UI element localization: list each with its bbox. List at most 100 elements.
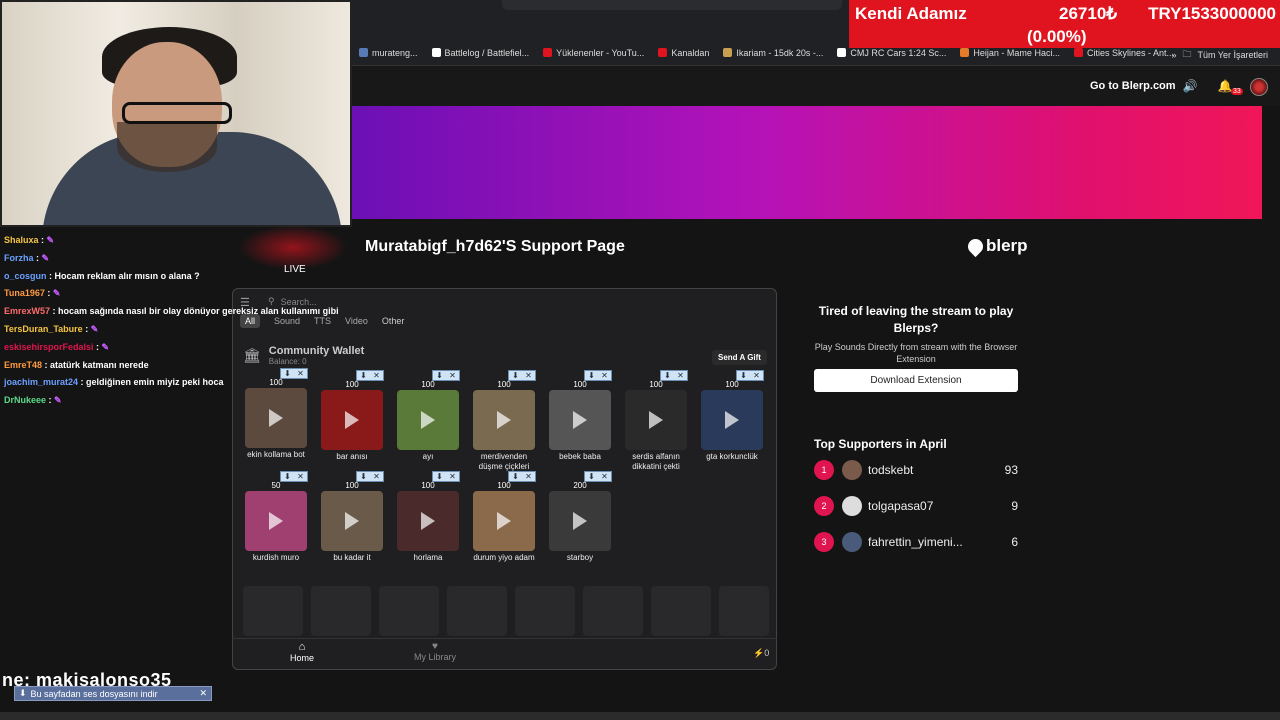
card-price: 100 <box>649 380 663 389</box>
sound-card[interactable]: 100 bebek baba <box>548 380 612 462</box>
download-icon[interactable]: ⬇ <box>512 371 519 380</box>
bookmark-item[interactable]: Kanaldan <box>651 48 716 58</box>
close-icon[interactable]: ✕ <box>525 371 532 380</box>
send-gift-button[interactable]: Send A Gift <box>712 350 767 365</box>
card-name: bu kadar it <box>333 553 371 562</box>
close-icon[interactable]: ✕ <box>373 472 380 481</box>
coin-counter: ⚡0 <box>753 648 769 659</box>
sound-card[interactable]: 100 gta korkunclük <box>700 380 764 462</box>
download-icon[interactable]: ⬇ <box>588 371 595 380</box>
close-icon[interactable]: ✕ <box>601 472 608 481</box>
tab-other[interactable]: Other <box>382 316 405 326</box>
tab-tts[interactable]: TTS <box>314 316 331 326</box>
nav-home-label: Home <box>290 653 315 663</box>
card-download-overlay[interactable]: ⬇ ✕ <box>280 471 308 482</box>
sound-card[interactable]: 100 horlama <box>396 481 460 563</box>
bookmark-label: Kanaldan <box>671 47 710 58</box>
close-icon[interactable]: ✕ <box>449 472 456 481</box>
card-download-overlay[interactable]: ⬇ ✕ <box>508 471 536 482</box>
close-icon[interactable]: ✕ <box>199 688 211 699</box>
download-icon[interactable]: ⬇ <box>436 472 443 481</box>
card-download-overlay[interactable]: ⬇ ✕ <box>356 471 384 482</box>
download-icon[interactable]: ⬇ <box>436 371 443 380</box>
card-download-overlay[interactable]: ⬇ ✕ <box>584 370 612 381</box>
download-extension-button[interactable]: Download Extension <box>814 369 1018 392</box>
card-price: 200 <box>573 481 587 490</box>
close-icon[interactable]: ✕ <box>373 371 380 380</box>
card-download-overlay[interactable]: ⬇ ✕ <box>356 370 384 381</box>
nav-home[interactable]: ⌂ Home <box>290 641 314 663</box>
bookmark-item[interactable]: Heijan - Mame Haci... <box>953 48 1067 58</box>
download-icon[interactable]: ⬇ <box>360 371 367 380</box>
card-download-overlay[interactable]: ⬇ ✕ <box>508 370 536 381</box>
sound-card[interactable]: 100 serdis alfanın dikkatini çekti <box>624 380 688 472</box>
sound-card[interactable]: 100 ayı <box>396 380 460 462</box>
search-placeholder: Search... <box>280 296 317 307</box>
sound-card[interactable]: 100 bar anısı <box>320 380 384 462</box>
download-icon: ⬇ <box>19 688 27 698</box>
close-icon[interactable]: ✕ <box>677 371 684 380</box>
pen-emote-icon: ✎ <box>46 235 55 245</box>
sound-card[interactable]: 100 durum yiyo adam <box>472 481 536 563</box>
supporter-row[interactable]: 2 tolgapasa07 9 <box>814 494 1020 518</box>
download-icon[interactable]: ⬇ <box>360 472 367 481</box>
sound-card[interactable]: 200 starboy <box>548 481 612 563</box>
download-icon[interactable]: ⬇ <box>664 371 671 380</box>
bookmark-item[interactable]: murateng... <box>352 48 425 58</box>
sound-card[interactable]: 100 ekin kollama bot <box>244 378 308 460</box>
close-icon[interactable]: ✕ <box>297 472 304 481</box>
bookmarks-right: » 🗀 Tüm Yer İşaretleri <box>1171 47 1268 63</box>
close-icon[interactable]: ✕ <box>753 371 760 380</box>
card-price: 100 <box>725 380 739 389</box>
play-icon <box>573 411 587 429</box>
bookmark-item[interactable]: Cities Skylines - Ant... <box>1067 48 1181 58</box>
card-thumbnail <box>473 491 535 551</box>
supporter-row[interactable]: 1 todskebt 93 <box>814 458 1020 482</box>
volume-icon[interactable]: 🔊 <box>1182 78 1198 94</box>
bookmark-favicon-icon <box>431 48 441 57</box>
nav-library[interactable]: ♥ My Library <box>414 641 456 662</box>
sound-card[interactable]: 100 bu kadar it <box>320 481 384 563</box>
card-download-overlay[interactable]: ⬇ ✕ <box>432 471 460 482</box>
supporter-row[interactable]: 3 fahrettin_yimeni... 6 <box>814 530 1020 554</box>
close-icon[interactable]: ✕ <box>297 369 304 378</box>
chat-separator: : <box>38 235 47 245</box>
sound-card[interactable]: 100 merdivenden düşme çiçkleri <box>472 380 536 472</box>
bookmark-item[interactable]: CMJ RC Cars 1:24 Sc... <box>830 48 953 58</box>
card-download-overlay[interactable]: ⬇ ✕ <box>660 370 688 381</box>
download-icon[interactable]: ⬇ <box>740 371 747 380</box>
bookmark-item[interactable]: Battlelog / Battlefiel... <box>425 48 537 58</box>
card-name: durum yiyo adam <box>473 553 535 562</box>
more-bookmarks-icon[interactable]: » <box>1171 50 1176 60</box>
close-icon[interactable]: ✕ <box>525 472 532 481</box>
card-download-overlay[interactable]: ⬇ ✕ <box>432 370 460 381</box>
card-thumbnail <box>245 491 307 551</box>
tab-video[interactable]: Video <box>345 316 368 326</box>
card-download-overlay[interactable]: ⬇ ✕ <box>584 471 612 482</box>
bookmark-favicon-icon <box>960 48 970 57</box>
bookmark-label: Ikariam - 15dk 20s -... <box>736 47 824 58</box>
download-icon[interactable]: ⬇ <box>284 472 291 481</box>
chat-separator: : <box>46 270 55 281</box>
card-price: 100 <box>573 380 587 389</box>
bookmark-item[interactable]: Ikariam - 15dk 20s -... <box>716 48 830 58</box>
card-download-overlay[interactable]: ⬇ ✕ <box>736 370 764 381</box>
download-icon[interactable]: ⬇ <box>588 472 595 481</box>
download-sound-banner[interactable]: ⬇ Bu sayfadan ses dosyasını indir ✕ <box>14 686 212 701</box>
user-avatar[interactable] <box>1250 78 1268 96</box>
chat-username: Tuna1967 <box>4 288 45 299</box>
all-bookmarks-link[interactable]: Tüm Yer İşaretleri <box>1197 50 1268 60</box>
chat-separator: : <box>78 377 87 388</box>
goto-blerp-link[interactable]: Go to Blerp.com <box>1090 80 1176 92</box>
bookmark-item[interactable]: Yüklenenler - YouTu... <box>536 48 651 58</box>
sound-card[interactable]: 50 kurdish muro <box>244 481 308 563</box>
supporter-score: 93 <box>1004 463 1018 477</box>
close-icon[interactable]: ✕ <box>449 371 456 380</box>
download-icon[interactable]: ⬇ <box>512 472 519 481</box>
address-bar[interactable] <box>502 0 842 10</box>
chat-text: atatürk katmanı nerede <box>50 359 149 370</box>
card-download-overlay[interactable]: ⬇ ✕ <box>280 368 308 379</box>
download-icon[interactable]: ⬇ <box>284 369 291 378</box>
close-icon[interactable]: ✕ <box>601 371 608 380</box>
tab-sound[interactable]: Sound <box>274 316 300 326</box>
